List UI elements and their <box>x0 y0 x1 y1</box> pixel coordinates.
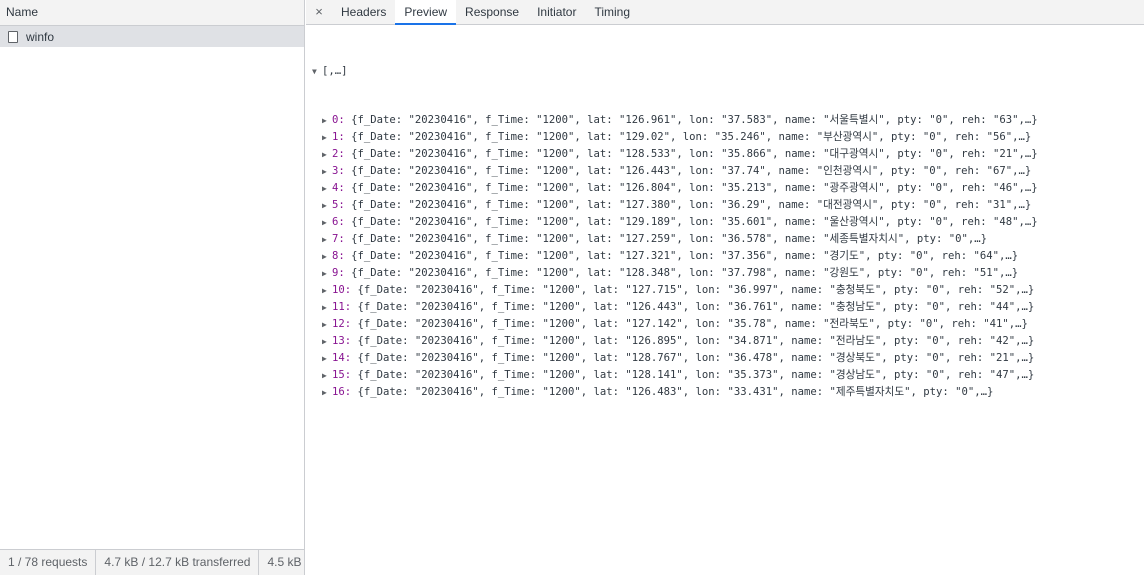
request-count: 1 / 78 requests <box>0 550 97 575</box>
json-preview: ▼ [,…] ▶ 0: {f_Date: "20230416", f_Time: "… <box>306 25 1144 433</box>
item-index: 3: <box>332 165 352 177</box>
item-summary: {f_Date: "20230416", f_Time: "1200", lat… <box>357 352 1035 364</box>
json-item-row[interactable]: ▶ 2: {f_Date: "20230416", f_Time: "1200",… <box>312 146 1144 163</box>
item-index: 9: <box>332 267 352 279</box>
collapsed-triangle-icon[interactable]: ▶ <box>322 317 332 333</box>
json-item-row[interactable]: ▶ 6: {f_Date: "20230416", f_Time: "1200",… <box>312 214 1144 231</box>
json-item-row[interactable]: ▶ 7: {f_Date: "20230416", f_Time: "1200",… <box>312 231 1144 248</box>
json-item-row[interactable]: ▶ 5: {f_Date: "20230416", f_Time: "1200",… <box>312 197 1144 214</box>
network-status-bar: 1 / 78 requests 4.7 kB / 12.7 kB transfe… <box>0 549 304 575</box>
json-item-row[interactable]: ▶ 10: {f_Date: "20230416", f_Time: "1200"… <box>312 282 1144 299</box>
root-label: [,…] <box>322 65 348 77</box>
item-summary: {f_Date: "20230416", f_Time: "1200", lat… <box>351 233 988 245</box>
item-index: 11: <box>332 301 358 313</box>
json-item-row[interactable]: ▶ 8: {f_Date: "20230416", f_Time: "1200",… <box>312 248 1144 265</box>
tab-response[interactable]: Response <box>456 0 528 24</box>
item-index: 6: <box>332 216 352 228</box>
json-item-row[interactable]: ▶ 1: {f_Date: "20230416", f_Time: "1200",… <box>312 129 1144 146</box>
json-item-row[interactable]: ▶ 16: {f_Date: "20230416", f_Time: "1200"… <box>312 384 1144 401</box>
json-items: ▶ 0: {f_Date: "20230416", f_Time: "1200",… <box>312 112 1144 401</box>
json-item-row[interactable]: ▶ 12: {f_Date: "20230416", f_Time: "1200"… <box>312 316 1144 333</box>
collapsed-triangle-icon[interactable]: ▶ <box>322 181 332 197</box>
item-summary: {f_Date: "20230416", f_Time: "1200", lat… <box>351 114 1038 126</box>
item-summary: {f_Date: "20230416", f_Time: "1200", lat… <box>351 148 1038 160</box>
transferred-size: 4.7 kB / 12.7 kB transferred <box>96 550 260 575</box>
collapsed-triangle-icon[interactable]: ▶ <box>322 130 332 146</box>
json-item-row[interactable]: ▶ 9: {f_Date: "20230416", f_Time: "1200",… <box>312 265 1144 282</box>
item-summary: {f_Date: "20230416", f_Time: "1200", lat… <box>357 301 1035 313</box>
item-index: 1: <box>332 131 352 143</box>
details-tabbar: × Headers Preview Response Initiator Tim… <box>306 0 1144 25</box>
tab-timing[interactable]: Timing <box>585 0 639 24</box>
item-index: 13: <box>332 335 358 347</box>
resource-size: 4.5 kB <box>267 555 302 569</box>
item-summary: {f_Date: "20230416", f_Time: "1200", lat… <box>351 216 1038 228</box>
request-row-winfo[interactable]: winfo <box>0 26 304 47</box>
item-index: 8: <box>332 250 352 262</box>
item-index: 14: <box>332 352 358 364</box>
details-pane: × Headers Preview Response Initiator Tim… <box>306 0 1144 575</box>
close-icon[interactable]: × <box>306 0 332 24</box>
collapsed-triangle-icon[interactable]: ▶ <box>322 266 332 282</box>
collapsed-triangle-icon[interactable]: ▶ <box>322 164 332 180</box>
json-root[interactable]: ▼ [,…] <box>312 63 1144 80</box>
collapsed-triangle-icon[interactable]: ▶ <box>322 232 332 248</box>
item-summary: {f_Date: "20230416", f_Time: "1200", lat… <box>351 199 1032 211</box>
item-summary: {f_Date: "20230416", f_Time: "1200", lat… <box>351 267 1019 279</box>
requests-pane: Name winfo 1 / 78 requests 4.7 kB / 12.7… <box>0 0 305 575</box>
item-index: 10: <box>332 284 358 296</box>
json-item-row[interactable]: ▶ 4: {f_Date: "20230416", f_Time: "1200",… <box>312 180 1144 197</box>
item-index: 2: <box>332 148 352 160</box>
collapsed-triangle-icon[interactable]: ▶ <box>322 215 332 231</box>
item-summary: {f_Date: "20230416", f_Time: "1200", lat… <box>357 335 1035 347</box>
collapsed-triangle-icon[interactable]: ▶ <box>322 147 332 163</box>
collapsed-triangle-icon[interactable]: ▶ <box>322 249 332 265</box>
item-summary: {f_Date: "20230416", f_Time: "1200", lat… <box>351 182 1038 194</box>
collapsed-triangle-icon[interactable]: ▶ <box>322 334 332 350</box>
json-item-row[interactable]: ▶ 13: {f_Date: "20230416", f_Time: "1200"… <box>312 333 1144 350</box>
item-index: 7: <box>332 233 352 245</box>
tab-initiator[interactable]: Initiator <box>528 0 585 24</box>
request-name: winfo <box>26 29 55 44</box>
json-item-row[interactable]: ▶ 3: {f_Date: "20230416", f_Time: "1200",… <box>312 163 1144 180</box>
collapsed-triangle-icon[interactable]: ▶ <box>322 113 332 129</box>
tab-preview[interactable]: Preview <box>395 0 457 25</box>
item-summary: {f_Date: "20230416", f_Time: "1200", lat… <box>351 131 1032 143</box>
collapsed-triangle-icon[interactable]: ▶ <box>322 283 332 299</box>
tab-headers[interactable]: Headers <box>332 0 395 24</box>
json-item-row[interactable]: ▶ 14: {f_Date: "20230416", f_Time: "1200"… <box>312 350 1144 367</box>
collapsed-triangle-icon[interactable]: ▶ <box>322 198 332 214</box>
item-index: 0: <box>332 114 352 126</box>
document-icon <box>8 30 18 43</box>
item-summary: {f_Date: "20230416", f_Time: "1200", lat… <box>357 318 1028 330</box>
item-summary: {f_Date: "20230416", f_Time: "1200", lat… <box>357 369 1035 381</box>
json-item-row[interactable]: ▶ 11: {f_Date: "20230416", f_Time: "1200"… <box>312 299 1144 316</box>
json-item-row[interactable]: ▶ 0: {f_Date: "20230416", f_Time: "1200",… <box>312 112 1144 129</box>
item-index: 12: <box>332 318 358 330</box>
item-summary: {f_Date: "20230416", f_Time: "1200", lat… <box>357 284 1035 296</box>
collapsed-triangle-icon[interactable]: ▶ <box>322 300 332 316</box>
item-summary: {f_Date: "20230416", f_Time: "1200", lat… <box>357 386 994 398</box>
item-index: 15: <box>332 369 358 381</box>
item-summary: {f_Date: "20230416", f_Time: "1200", lat… <box>351 165 1032 177</box>
expanded-triangle-icon[interactable]: ▼ <box>312 64 322 80</box>
collapsed-triangle-icon[interactable]: ▶ <box>322 385 332 401</box>
collapsed-triangle-icon[interactable]: ▶ <box>322 351 332 367</box>
item-summary: {f_Date: "20230416", f_Time: "1200", lat… <box>351 250 1019 262</box>
name-column-header[interactable]: Name <box>0 0 304 26</box>
item-index: 4: <box>332 182 352 194</box>
item-index: 16: <box>332 386 358 398</box>
item-index: 5: <box>332 199 352 211</box>
json-item-row[interactable]: ▶ 15: {f_Date: "20230416", f_Time: "1200"… <box>312 367 1144 384</box>
collapsed-triangle-icon[interactable]: ▶ <box>322 368 332 384</box>
